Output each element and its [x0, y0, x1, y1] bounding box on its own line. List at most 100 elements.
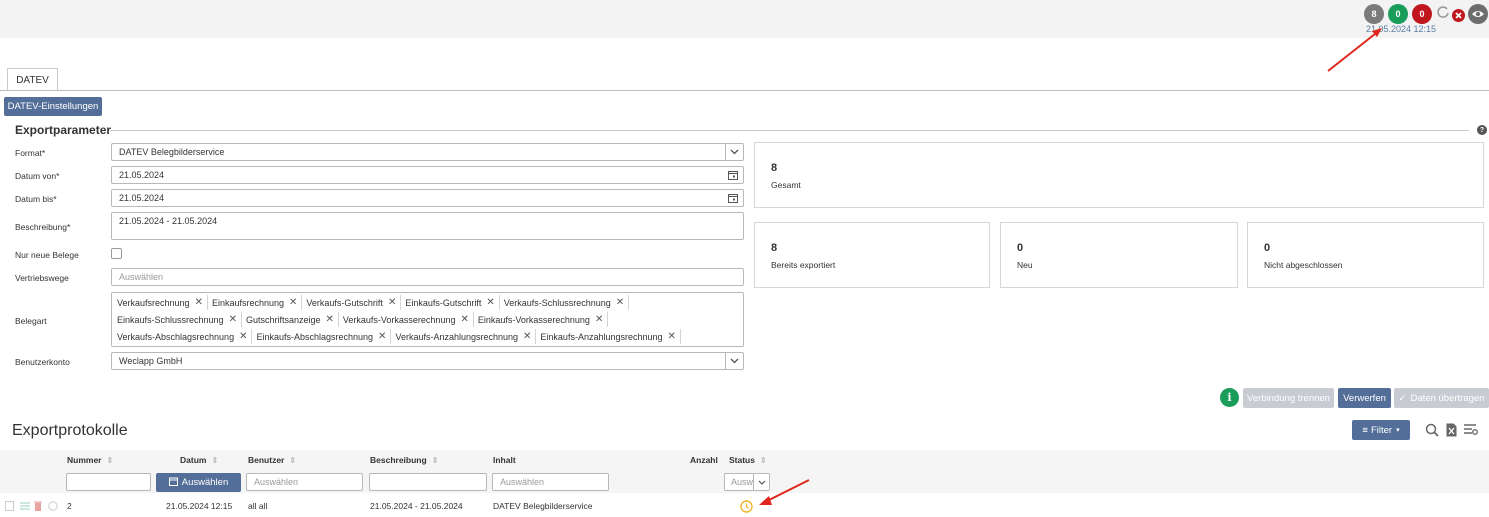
stat-card-neu: 0 Neu	[1000, 222, 1238, 288]
stat-value: 0	[1017, 242, 1024, 254]
belegart-multiselect[interactable]: Verkaufsrechnung ✕ Einkaufsrechnung ✕ Verk…	[111, 292, 744, 347]
column-header-anzahl: Anzahl	[690, 455, 718, 465]
remove-chip-icon[interactable]: ✕	[378, 331, 386, 342]
calendar-icon	[168, 477, 178, 489]
chip: Verkaufs-Schlussrechnung ✕	[500, 295, 630, 310]
chip: Verkaufs-Anzahlungsrechnung ✕	[391, 329, 537, 344]
vertriebswege-input[interactable]: Auswählen	[111, 268, 744, 286]
sort-icon[interactable]: ⇕	[106, 456, 113, 465]
stat-value: 8	[771, 162, 778, 174]
sort-icon[interactable]: ⇕	[432, 456, 439, 465]
format-select[interactable]: DATEV Belegbilderservice	[111, 143, 744, 161]
chip: Einkaufsrechnung ✕	[208, 295, 303, 310]
benutzerkonto-select[interactable]: Weclapp GmbH	[111, 352, 744, 370]
remove-chip-icon[interactable]: ✕	[616, 297, 624, 308]
eye-icon[interactable]	[1468, 4, 1488, 24]
nummer-filter-input[interactable]	[66, 473, 151, 491]
info-icon[interactable]: i	[1220, 388, 1239, 407]
verwerfen-button[interactable]: Verwerfen	[1338, 388, 1391, 408]
column-header-status[interactable]: Status ⇕	[729, 455, 767, 465]
tab-divider	[0, 90, 1489, 91]
remove-chip-icon[interactable]: ✕	[229, 314, 237, 325]
calendar-icon[interactable]	[728, 170, 738, 180]
column-header-nummer[interactable]: Nummer ⇕	[67, 455, 113, 465]
chip: Einkaufs-Schlussrechnung ✕	[113, 312, 242, 327]
datum-von-input[interactable]: 21.05.2024	[111, 166, 744, 184]
remove-chip-icon[interactable]: ✕	[668, 331, 676, 342]
chip: Einkaufs-Abschlagsrechnung ✕	[252, 329, 392, 344]
cell-benutzer: all all	[248, 501, 268, 511]
help-icon[interactable]: ?	[1477, 125, 1487, 135]
stat-value: 0	[1264, 242, 1271, 254]
remove-chip-icon[interactable]: ✕	[388, 297, 396, 308]
chip: Gutschriftsanzeige ✕	[242, 312, 339, 327]
datev-settings-button[interactable]: DATEV-Einstellungen	[4, 97, 102, 116]
clock-icon	[740, 500, 753, 513]
chip: Einkaufs-Anzahlungsrechnung ✕	[536, 329, 681, 344]
select-row-icon[interactable]	[48, 501, 58, 511]
calendar-icon[interactable]	[728, 193, 738, 203]
stat-label: Gesamt	[771, 180, 801, 190]
remove-chip-icon[interactable]: ✕	[195, 297, 203, 308]
chip: Verkaufs-Vorkasserechnung ✕	[339, 312, 474, 327]
remove-chip-icon[interactable]: ✕	[595, 314, 603, 325]
datum-filter-button[interactable]: Auswählen	[156, 473, 241, 492]
refresh-icon[interactable]	[1436, 5, 1450, 19]
badge-total[interactable]: 8	[1364, 4, 1384, 24]
chip-row: Verkaufs-Abschlagsrechnung ✕ Einkaufs-Abs…	[113, 328, 743, 345]
stat-value: 8	[771, 242, 778, 254]
beschreibung-textarea[interactable]: 21.05.2024 - 21.05.2024	[111, 212, 744, 240]
datum-bis-label: Datum bis*	[15, 194, 57, 204]
remove-chip-icon[interactable]: ✕	[326, 314, 334, 325]
benutzerkonto-label: Benutzerkonto	[15, 357, 70, 367]
remove-chip-icon[interactable]: ✕	[486, 297, 494, 308]
vertriebswege-label: Vertriebswege	[15, 273, 69, 283]
excel-export-icon[interactable]	[1446, 423, 1457, 437]
remove-chip-icon[interactable]: ✕	[289, 297, 297, 308]
chip: Einkaufs-Vorkasserechnung ✕	[474, 312, 609, 327]
datum-bis-input[interactable]: 21.05.2024	[111, 189, 744, 207]
search-icon[interactable]	[1425, 423, 1439, 437]
chevron-down-icon[interactable]	[725, 144, 743, 160]
stat-card-nicht-abgeschlossen: 0 Nicht abgeschlossen	[1247, 222, 1484, 288]
stat-label: Bereits exportiert	[771, 260, 836, 270]
column-header-datum[interactable]: Datum ⇕	[180, 455, 218, 465]
remove-chip-icon[interactable]: ✕	[523, 331, 531, 342]
filter-button[interactable]: ≡ Filter ▾	[1352, 420, 1410, 440]
cell-inhalt: DATEV Belegbilderservice	[493, 501, 593, 511]
column-header-benutzer[interactable]: Benutzer ⇕	[248, 455, 296, 465]
benutzer-filter-input[interactable]: Auswählen	[246, 473, 363, 491]
stat-label: Neu	[1017, 260, 1033, 270]
chevron-down-icon: ▾	[1396, 427, 1400, 434]
document-icon[interactable]	[5, 501, 14, 511]
list-icon[interactable]	[20, 502, 30, 510]
remove-chip-icon[interactable]: ✕	[460, 314, 468, 325]
daten-uebertragen-button[interactable]: ✓ Daten übertragen	[1394, 388, 1489, 408]
verbindung-trennen-button[interactable]: Verbindung trennen	[1243, 388, 1334, 408]
nur-neue-belege-label: Nur neue Belege	[15, 250, 79, 260]
sort-icon[interactable]: ⇕	[760, 456, 767, 465]
chip-row: Verkaufsrechnung ✕ Einkaufsrechnung ✕ Verk…	[113, 294, 743, 311]
belegart-label: Belegart	[15, 316, 47, 326]
exportprotokolle-title: Exportprotokolle	[12, 422, 128, 439]
stat-label: Nicht abgeschlossen	[1264, 260, 1343, 270]
exportparameter-title: Exportparameter	[15, 123, 112, 137]
sort-icon[interactable]: ⇕	[211, 456, 218, 465]
badge-success[interactable]: 0	[1388, 4, 1408, 24]
column-header-inhalt[interactable]: Inhalt	[493, 455, 516, 465]
stat-card-bereits-exportiert: 8 Bereits exportiert	[754, 222, 990, 288]
column-settings-icon[interactable]	[1464, 424, 1478, 436]
nur-neue-belege-checkbox[interactable]	[111, 248, 122, 259]
beschreibung-filter-input[interactable]	[369, 473, 487, 491]
delete-icon[interactable]	[34, 501, 42, 511]
beschreibung-label: Beschreibung*	[15, 222, 71, 232]
sort-icon[interactable]: ⇕	[289, 456, 296, 465]
error-icon[interactable]	[1452, 9, 1465, 22]
column-header-beschreibung[interactable]: Beschreibung ⇕	[370, 455, 438, 465]
inhalt-filter-input[interactable]: Auswählen	[492, 473, 609, 491]
remove-chip-icon[interactable]: ✕	[239, 331, 247, 342]
badge-error[interactable]: 0	[1412, 4, 1432, 24]
check-icon: ✓	[1398, 392, 1407, 404]
chevron-down-icon[interactable]	[725, 353, 743, 369]
tab-datev[interactable]: DATEV	[7, 68, 58, 91]
